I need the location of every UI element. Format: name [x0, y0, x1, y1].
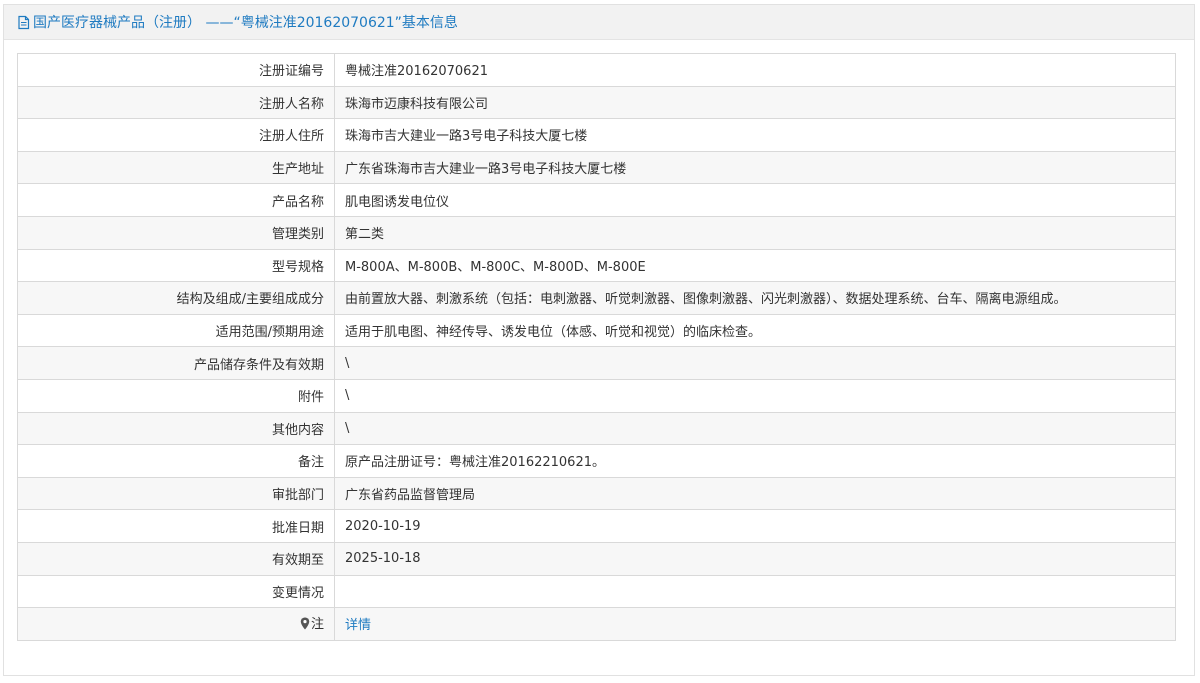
row-label: 适用范围/预期用途 — [17, 313, 335, 348]
row-value: 广东省药品监督管理局 — [334, 476, 1176, 511]
row-value: 适用于肌电图、神经传导、诱发电位（体感、听觉和视觉）的临床检查。 — [334, 313, 1176, 348]
table-row: 附件 \ — [17, 378, 1176, 413]
row-value: 2025-10-18 — [334, 541, 1176, 576]
row-value: 珠海市吉大建业一路3号电子科技大厦七楼 — [334, 118, 1176, 152]
info-table: 注册证编号 粤械注准20162070621 注册人名称 珠海市迈康科技有限公司 … — [17, 53, 1176, 641]
row-label: 型号规格 — [17, 248, 335, 283]
row-label: 审批部门 — [17, 476, 335, 511]
row-value: \ — [334, 346, 1176, 380]
row-label: 产品储存条件及有效期 — [17, 346, 335, 380]
row-label: 注册人名称 — [17, 85, 335, 120]
row-value: \ — [334, 378, 1176, 413]
row-value: 肌电图诱发电位仪 — [334, 183, 1176, 217]
page-title: 国产医疗器械产品（注册） ——“粤械注准20162070621”基本信息 — [33, 15, 458, 31]
row-value: 第二类 — [334, 215, 1176, 250]
row-label: 有效期至 — [17, 541, 335, 576]
details-link[interactable]: 详情 — [345, 618, 371, 633]
row-label: 生产地址 — [17, 150, 335, 185]
table-row: 其他内容 \ — [17, 411, 1176, 446]
table-row: 结构及组成/主要组成成分 由前置放大器、刺激系统（包括：电刺激器、听觉刺激器、图… — [17, 281, 1176, 315]
info-table-container: 注册证编号 粤械注准20162070621 注册人名称 珠海市迈康科技有限公司 … — [17, 53, 1176, 641]
row-label: 注册证编号 — [17, 53, 335, 87]
document-icon — [16, 15, 31, 30]
table-row: 型号规格 M-800A、M-800B、M-800C、M-800D、M-800E — [17, 248, 1176, 283]
note-label-cell: 注 — [17, 607, 335, 641]
table-row: 产品储存条件及有效期 \ — [17, 346, 1176, 380]
row-value: 由前置放大器、刺激系统（包括：电刺激器、听觉刺激器、图像刺激器、闪光刺激器）、数… — [334, 281, 1176, 315]
table-row: 注册人名称 珠海市迈康科技有限公司 — [17, 85, 1176, 120]
row-label: 备注 — [17, 444, 335, 478]
row-label: 产品名称 — [17, 183, 335, 217]
table-row: 备注 原产品注册证号：粤械注准20162210621。 — [17, 444, 1176, 478]
table-row: 生产地址 广东省珠海市吉大建业一路3号电子科技大厦七楼 — [17, 150, 1176, 185]
note-value-cell: 详情 — [334, 607, 1176, 641]
table-row: 审批部门 广东省药品监督管理局 — [17, 476, 1176, 511]
table-row: 产品名称 肌电图诱发电位仪 — [17, 183, 1176, 217]
note-row: 注 详情 — [17, 607, 1176, 641]
table-row: 有效期至 2025-10-18 — [17, 541, 1176, 576]
pin-icon — [300, 617, 310, 634]
row-label: 变更情况 — [17, 574, 335, 609]
row-label: 管理类别 — [17, 215, 335, 250]
note-label: 注 — [310, 617, 324, 633]
row-value: M-800A、M-800B、M-800C、M-800D、M-800E — [334, 248, 1176, 283]
table-row: 适用范围/预期用途 适用于肌电图、神经传导、诱发电位（体感、听觉和视觉）的临床检… — [17, 313, 1176, 348]
info-panel: 国产医疗器械产品（注册） ——“粤械注准20162070621”基本信息 注册证… — [3, 4, 1195, 676]
table-row: 变更情况 — [17, 574, 1176, 609]
row-value — [334, 574, 1176, 609]
row-label: 批准日期 — [17, 509, 335, 543]
row-value: 广东省珠海市吉大建业一路3号电子科技大厦七楼 — [334, 150, 1176, 185]
row-label: 附件 — [17, 378, 335, 413]
row-label: 结构及组成/主要组成成分 — [17, 281, 335, 315]
row-value: 原产品注册证号：粤械注准20162210621。 — [334, 444, 1176, 478]
row-value: 粤械注准20162070621 — [334, 53, 1176, 87]
table-row: 批准日期 2020-10-19 — [17, 509, 1176, 543]
row-value: 珠海市迈康科技有限公司 — [334, 85, 1176, 120]
row-value: 2020-10-19 — [334, 509, 1176, 543]
table-row: 注册证编号 粤械注准20162070621 — [17, 53, 1176, 87]
row-label: 注册人住所 — [17, 118, 335, 152]
panel-header: 国产医疗器械产品（注册） ——“粤械注准20162070621”基本信息 — [4, 5, 1194, 40]
row-label: 其他内容 — [17, 411, 335, 446]
table-row: 管理类别 第二类 — [17, 215, 1176, 250]
row-value: \ — [334, 411, 1176, 446]
table-row: 注册人住所 珠海市吉大建业一路3号电子科技大厦七楼 — [17, 118, 1176, 152]
